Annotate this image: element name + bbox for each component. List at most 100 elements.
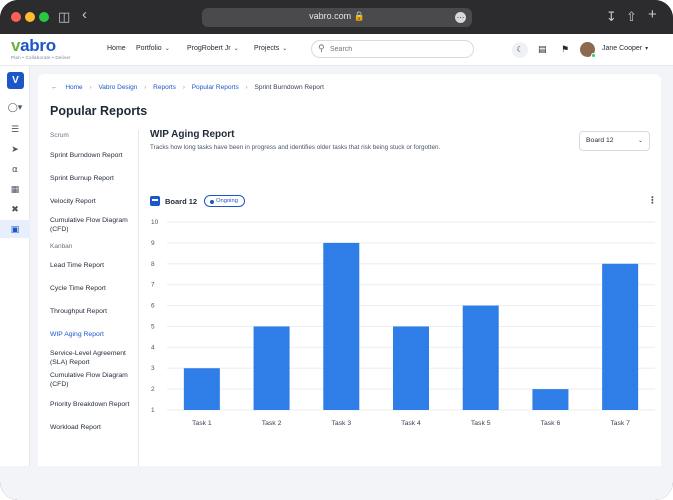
nav-projects[interactable]: Projects ⌄: [254, 45, 287, 52]
chevron-down-icon: ⌄: [282, 46, 288, 52]
report-item-workload[interactable]: Workload Report: [50, 424, 140, 433]
workspace-badge[interactable]: V: [7, 72, 24, 89]
breadcrumb-separator-icon: ›: [182, 84, 185, 91]
search-icon: ⚲: [318, 43, 325, 53]
inbox-icon[interactable]: ▤: [538, 44, 547, 55]
chart-bar: [253, 326, 290, 410]
minimize-window-button[interactable]: [25, 12, 35, 22]
y-tick-label: 6: [151, 303, 155, 310]
user-menu[interactable]: Jane Cooper ▾: [602, 45, 648, 52]
report-item-cycle-time[interactable]: Cycle Time Report: [50, 285, 140, 294]
browser-toolbar: ◫ ‹ vabro.com 🔒 ⋯ ↧ ⇧ +: [0, 0, 673, 34]
breadcrumb-separator-icon: ›: [89, 84, 92, 91]
chart-bar: [183, 368, 220, 410]
report-item-wip-aging[interactable]: WIP Aging Report: [50, 331, 140, 340]
calendar-icon[interactable]: ▦: [0, 180, 30, 198]
browser-window: ◫ ‹ vabro.com 🔒 ⋯ ↧ ⇧ + vabro Plan • Col…: [0, 0, 673, 500]
breadcrumb-popular-reports[interactable]: Popular Reports: [192, 84, 239, 91]
report-item-lead-time[interactable]: Lead Time Report: [50, 262, 140, 271]
page-title: Popular Reports: [50, 104, 148, 118]
report-item-throughput[interactable]: Throughput Report: [50, 308, 140, 317]
kanban-section-label: Kanban: [50, 243, 73, 250]
window-bottom: [0, 466, 673, 500]
address-bar[interactable]: vabro.com 🔒 ⋯: [202, 8, 472, 27]
report-item-velocity[interactable]: Velocity Report: [50, 198, 140, 207]
avatar[interactable]: [580, 42, 596, 58]
reload-icon[interactable]: ⋯: [455, 12, 466, 23]
y-tick-label: 3: [151, 365, 155, 372]
report-description: Tracks how long tasks have been in progr…: [150, 144, 441, 151]
report-item-sla[interactable]: Service-Level Agreement (SLA) Report: [50, 350, 140, 367]
x-tick-label: Task 7: [610, 420, 630, 427]
x-tick-label: Task 6: [541, 420, 561, 427]
download-icon[interactable]: ↧: [606, 9, 617, 25]
back-arrow-icon[interactable]: ‹: [82, 7, 87, 23]
search-box[interactable]: ⚲: [311, 40, 474, 58]
dashboard-icon[interactable]: ▣: [0, 220, 30, 238]
maximize-window-button[interactable]: [39, 12, 49, 22]
new-tab-icon[interactable]: +: [648, 7, 657, 23]
report-item-priority-breakdown[interactable]: Priority Breakdown Report: [50, 401, 140, 410]
report-title: WIP Aging Report: [150, 129, 235, 140]
board-select[interactable]: Board 12 ⌄: [579, 131, 650, 151]
breadcrumb-vabro-design[interactable]: Vabro Design: [98, 84, 137, 91]
report-list: Scrum Sprint Burndown Report Sprint Burn…: [50, 130, 138, 474]
chevron-down-icon: ⌄: [164, 46, 170, 52]
app-container: vabro Plan • Collaborate • Deliver Home …: [0, 34, 673, 482]
vabro-logo[interactable]: vabro Plan • Collaborate • Deliver: [11, 36, 71, 61]
dark-mode-icon[interactable]: ☾: [512, 42, 528, 58]
chart-bar: [393, 326, 429, 410]
board-select-value: Board 12: [586, 137, 614, 144]
user-circle-icon[interactable]: ◯▾: [0, 98, 30, 116]
breadcrumb-separator-icon: ›: [245, 84, 248, 91]
wip-aging-chart: 1 2 3 4 5 6 7 8 9 10 Task 1 Task 2 Task 3 Task 4 Task …: [151, 219, 655, 427]
online-status-dot: [591, 53, 596, 58]
left-sidebar: V ◯▾ ☰ ➤ ⍺ ▦ ✖ ▣: [0, 66, 30, 466]
close-window-button[interactable]: [11, 12, 21, 22]
send-icon[interactable]: ➤: [0, 140, 30, 158]
status-badge-label: Ongoing: [216, 198, 238, 204]
y-tick-label: 1: [151, 407, 155, 414]
chevron-down-icon: ▾: [645, 46, 649, 52]
report-item-sprint-burnup[interactable]: Sprint Burnup Report: [50, 175, 140, 184]
x-tick-label: Task 3: [331, 420, 351, 427]
breadcrumb-separator-icon: ›: [144, 84, 147, 91]
logo-wordmark: vabro: [11, 36, 56, 55]
logo-tagline: Plan • Collaborate • Deliver: [11, 55, 71, 60]
y-tick-label: 7: [151, 282, 155, 289]
share-icon[interactable]: ⇧: [626, 9, 637, 25]
reports-icon[interactable]: ☰: [0, 120, 30, 138]
chart-bar: [602, 263, 639, 410]
back-arrow-icon[interactable]: ←: [51, 84, 58, 91]
nav-program[interactable]: ProgRobert Jr ⌄: [187, 45, 239, 52]
y-tick-label: 9: [151, 240, 155, 247]
scrum-section-label: Scrum: [50, 132, 69, 139]
breadcrumb-home[interactable]: Home: [65, 84, 82, 91]
status-badge: Ongoing: [204, 195, 245, 207]
breadcrumb-reports[interactable]: Reports: [153, 84, 176, 91]
report-item-kanban-cfd[interactable]: Cumulative Flow Diagram (CFD): [50, 372, 140, 389]
chart-bar: [462, 305, 499, 410]
chart-bar: [323, 242, 360, 410]
y-tick-label: 2: [151, 386, 155, 393]
nav-portfolio[interactable]: Portfolio ⌄: [136, 45, 170, 52]
bell-icon[interactable]: ⍺: [0, 160, 30, 178]
sidebar-toggle-icon[interactable]: ◫: [58, 9, 70, 25]
status-dot: [210, 199, 214, 204]
breadcrumb-current: Sprint Burndown Report: [254, 84, 324, 91]
top-navigation-bar: vabro Plan • Collaborate • Deliver Home …: [0, 34, 673, 66]
tools-icon[interactable]: ✖: [0, 200, 30, 218]
chevron-down-icon: ⌄: [233, 46, 239, 52]
chevron-down-icon: ⌄: [637, 138, 643, 144]
report-item-sprint-burndown[interactable]: Sprint Burndown Report: [50, 152, 140, 161]
report-item-scrum-cfd[interactable]: Cumulative Flow Diagram (CFD): [50, 217, 140, 234]
more-options-icon[interactable]: ⋮: [648, 195, 657, 206]
board-icon: [150, 196, 160, 206]
nav-home[interactable]: Home: [107, 45, 126, 52]
x-tick-label: Task 5: [471, 420, 491, 427]
breadcrumb: ← Home › Vabro Design › Reports › Popula…: [51, 84, 324, 91]
search-input[interactable]: [330, 43, 470, 56]
y-tick-label: 4: [151, 344, 155, 351]
y-tick-label: 8: [151, 261, 155, 268]
notification-bell-icon[interactable]: ⚑: [561, 44, 569, 55]
